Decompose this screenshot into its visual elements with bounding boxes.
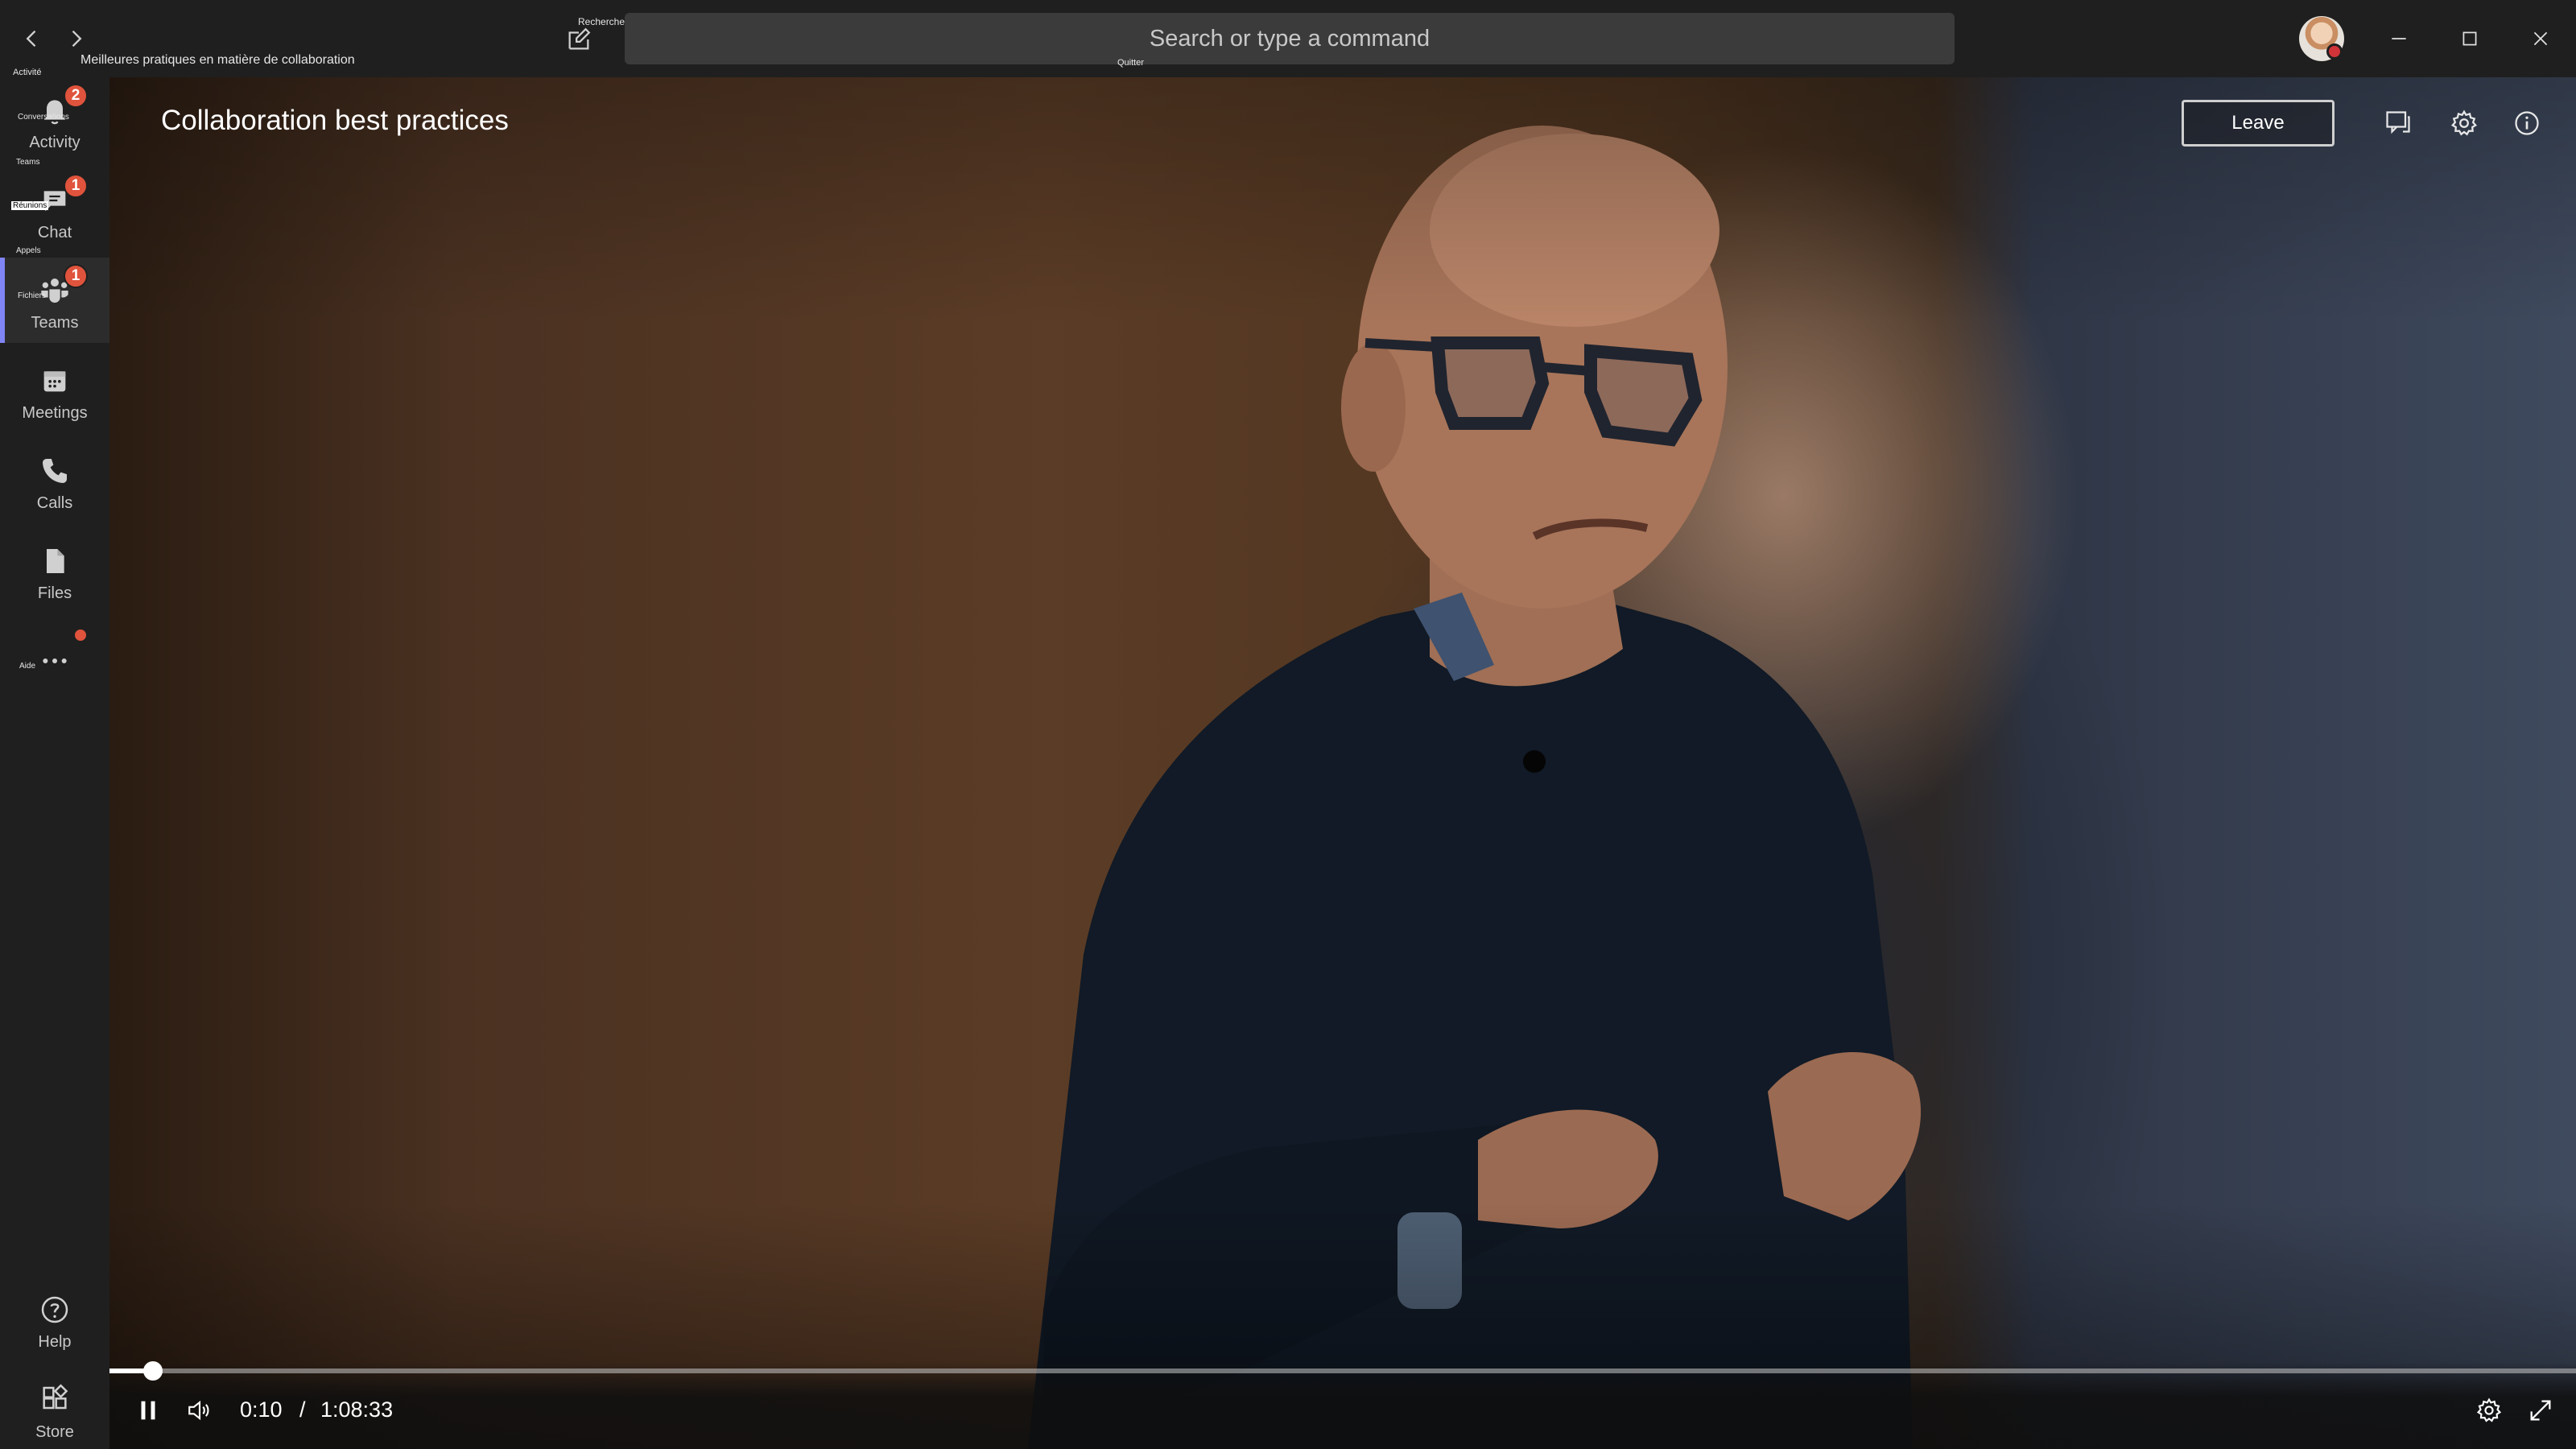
meeting-chat-button[interactable] — [2380, 105, 2417, 142]
progress-scrubber[interactable] — [143, 1361, 163, 1381]
calendar-icon — [43, 371, 66, 392]
chat-bubble-icon — [2386, 111, 2410, 134]
teams-badge: 1 — [64, 264, 88, 288]
activity-tooltip: Activité — [13, 68, 42, 77]
fullscreen-button[interactable] — [2521, 1391, 2560, 1430]
player-settings-button[interactable] — [2470, 1391, 2508, 1430]
forward-button[interactable] — [58, 21, 93, 56]
expand-icon — [2530, 1400, 2551, 1421]
chat-badge: 1 — [64, 174, 88, 198]
volume-icon — [188, 1400, 209, 1421]
app-rail: 2 Activity Conversations 1 Chat Teams Ré… — [0, 77, 109, 1449]
minimize-button[interactable] — [2380, 19, 2418, 58]
sidebar-item-label: Calls — [36, 494, 73, 512]
sidebar-item-label: Help — [38, 1333, 72, 1351]
gear-icon — [2451, 109, 2477, 136]
close-icon — [2533, 31, 2548, 46]
leave-label: Leave — [2231, 112, 2285, 134]
files-tooltip: Fichiers — [18, 291, 47, 300]
presence-status-dot — [2326, 43, 2343, 60]
meeting-info-button[interactable] — [2508, 105, 2545, 142]
help-tooltip: Aide — [19, 662, 36, 671]
store-icon — [43, 1384, 68, 1410]
more-notification-dot — [75, 630, 86, 641]
minimize-icon — [2392, 38, 2406, 39]
window-label: Meilleures pratiques en matière de colla… — [80, 53, 355, 67]
sidebar-item-calls[interactable]: Calls — [0, 438, 109, 523]
video-shade — [109, 77, 2576, 1449]
leave-button[interactable]: Leave — [2182, 100, 2334, 147]
phone-icon — [43, 459, 67, 483]
activity-badge: 2 — [64, 84, 88, 108]
compose-icon — [568, 27, 591, 50]
sidebar-item-chat[interactable]: 1 Chat — [0, 167, 109, 253]
meeting-title: Collaboration best practices — [161, 105, 509, 136]
sidebar-item-label: Chat — [37, 224, 72, 242]
player-controls-bar — [109, 1362, 2576, 1449]
duration: 1:08:33 — [320, 1397, 394, 1422]
sidebar-item-store[interactable]: Store — [0, 1367, 109, 1449]
info-icon — [2515, 111, 2539, 135]
search-input[interactable]: Search or type a command — [625, 13, 1955, 64]
sidebar-item-more[interactable] — [0, 618, 109, 704]
title-bar: Activité Meilleures pratiques en matière… — [0, 0, 2576, 77]
pause-button[interactable] — [129, 1391, 167, 1430]
volume-button[interactable] — [180, 1391, 219, 1430]
calls-tooltip: Appels — [16, 246, 41, 255]
search-placeholder: Search or type a command — [1149, 25, 1430, 52]
file-icon — [47, 549, 64, 573]
maximize-icon — [2462, 31, 2477, 46]
current-time: 0:10 — [240, 1397, 283, 1422]
sidebar-item-help[interactable]: Help — [0, 1277, 109, 1362]
progress-bar[interactable] — [109, 1361, 2576, 1381]
back-button[interactable] — [14, 21, 50, 56]
pause-icon — [141, 1401, 155, 1420]
teams-tooltip: Teams — [16, 158, 40, 167]
conversations-tooltip: Conversations — [18, 113, 69, 122]
device-settings-button[interactable] — [2446, 105, 2483, 142]
close-button[interactable] — [2521, 19, 2560, 58]
gear-icon — [2476, 1397, 2502, 1422]
sidebar-item-meetings[interactable]: Meetings — [0, 348, 109, 433]
quit-tooltip: Quitter — [1117, 58, 1145, 68]
new-chat-button[interactable] — [560, 21, 597, 58]
sidebar-item-label: Meetings — [22, 404, 88, 422]
more-icon — [43, 658, 67, 663]
chevron-left-icon — [26, 30, 36, 47]
sidebar-item-label: Teams — [31, 314, 79, 332]
chevron-right-icon — [72, 30, 82, 47]
time-separator: / — [299, 1397, 306, 1422]
sidebar-item-label: Store — [35, 1423, 74, 1441]
sidebar-item-teams[interactable]: 1 Teams — [0, 258, 109, 343]
sidebar-item-label: Files — [37, 584, 72, 602]
sidebar-item-files[interactable]: Files — [0, 528, 109, 613]
help-icon — [41, 1296, 68, 1323]
maximize-button[interactable] — [2450, 19, 2489, 58]
sidebar-item-label: Activity — [29, 134, 80, 151]
video-stage[interactable]: Collaboration best practices Leave 0:10 … — [109, 77, 2576, 1449]
meetings-tooltip: Réunions — [11, 201, 49, 210]
